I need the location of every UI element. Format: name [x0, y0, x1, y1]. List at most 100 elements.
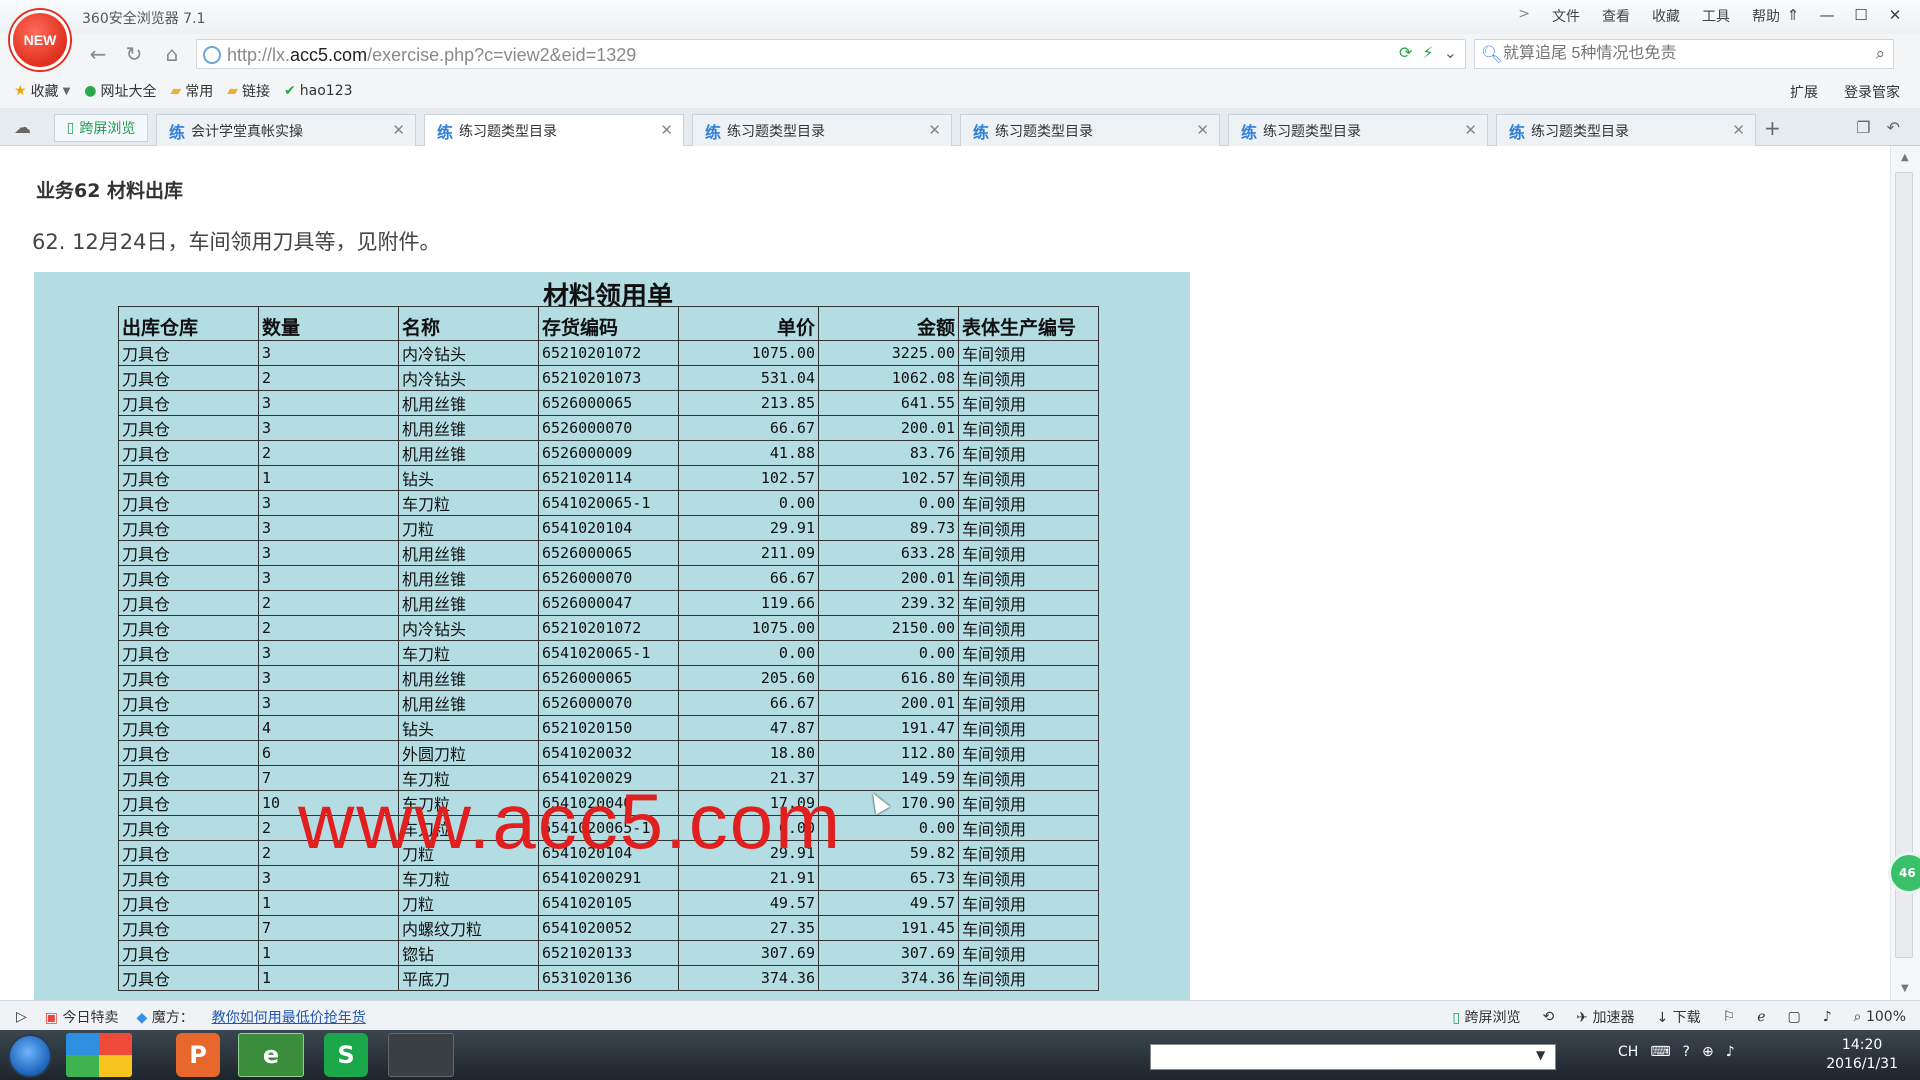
table-cell: 刀具仓 [118, 490, 259, 516]
split-screen-status-button[interactable]: ▯ 跨屏浏览 [1452, 1007, 1520, 1027]
sound-icon[interactable]: ♪ [1823, 1009, 1832, 1025]
menu-chevron-icon[interactable]: > [1518, 6, 1530, 26]
tab-accounting-practice[interactable]: 练会计学堂真帐实操 ✕ [156, 114, 416, 146]
download-icon: ↓ [1656, 1010, 1669, 1026]
table-cell: 车间领用 [958, 365, 1099, 391]
network-icon[interactable]: ⊕ [1702, 1044, 1714, 1060]
tab-label: 练习题类型目录 [727, 123, 826, 140]
refresh-green-icon[interactable]: ⟳ [1399, 43, 1412, 62]
address-bar[interactable]: http://lx.acc5.com/exercise.php?c=view2&… [196, 39, 1466, 69]
bookmark-hao123[interactable]: ✔ hao123 [284, 83, 352, 99]
download-button[interactable]: ↓ 下载 [1656, 1007, 1700, 1027]
accelerator-button[interactable]: ✈ 加速器 [1576, 1007, 1634, 1027]
clock-date: 2016/1/31 [1826, 1056, 1898, 1072]
close-window-button[interactable]: ✕ [1880, 2, 1910, 28]
menu-help[interactable]: 帮助 [1752, 6, 1780, 26]
lightning-icon[interactable]: ⚡ [1422, 43, 1433, 62]
close-icon[interactable]: ✕ [660, 121, 673, 139]
tab-exercise-catalog-active[interactable]: 练练习题类型目录 ✕ [424, 114, 684, 147]
search-input[interactable] [1503, 43, 1843, 65]
browser-logo-icon[interactable]: NEW [10, 10, 70, 70]
cloud-icon[interactable]: ☁ [14, 118, 31, 138]
tab-label: 练习题类型目录 [1531, 123, 1630, 140]
window-icon[interactable]: ▢ [1788, 1009, 1801, 1025]
table-row: 刀具仓 1 平底刀 6531020136 374.36 374.36 车间领用 [118, 965, 1099, 991]
table-cell: 2 [258, 590, 399, 616]
speed-badge[interactable]: 46 [1888, 852, 1920, 894]
close-icon[interactable]: ✕ [1196, 121, 1209, 139]
vertical-scrollbar[interactable]: ▲ ▼ 46 [1888, 146, 1920, 1000]
keyboard-icon[interactable]: ⌨ [1650, 1044, 1670, 1060]
restore-tabs-icon[interactable]: ❐ [1856, 118, 1870, 137]
table-cell: 车间领用 [958, 890, 1099, 916]
taskbar-app-presentation-icon[interactable]: P [176, 1033, 220, 1077]
menu-view[interactable]: 查看 [1602, 6, 1630, 26]
tab-exercise-catalog[interactable]: 练练习题类型目录 ✕ [1228, 114, 1488, 146]
table-cell: 0.00 [678, 490, 819, 516]
system-clock[interactable]: 14:20 2016/1/31 [1826, 1036, 1898, 1074]
daily-deals-button[interactable]: ▣ 今日特卖 [45, 1007, 119, 1027]
table-cell: 191.45 [818, 915, 959, 941]
sidebar-toggle-icon[interactable]: ▷ [16, 1009, 27, 1025]
tab-exercise-catalog[interactable]: 练练习题类型目录 ✕ [692, 114, 952, 146]
cube-label[interactable]: ◆ 魔方： [136, 1007, 193, 1027]
close-icon[interactable]: ✕ [1732, 121, 1745, 139]
url-text[interactable]: http://lx.acc5.com/exercise.php?c=view2&… [227, 45, 636, 66]
scroll-up-icon[interactable]: ▲ [1901, 152, 1909, 163]
skin-icon[interactable]: ⇑ [1778, 2, 1808, 28]
table-cell: 车刀粒 [398, 865, 539, 891]
back-arrow-icon[interactable]: ← [84, 40, 112, 68]
search-icon[interactable]: ⌕ [1875, 44, 1885, 64]
tab-favicon-icon: 练 [437, 123, 454, 142]
taskbar-app-browser-icon[interactable]: e [238, 1033, 304, 1077]
split-screen-button[interactable]: ▯ 跨屏浏览 [54, 114, 148, 142]
close-icon[interactable]: ✕ [392, 121, 405, 139]
zoom-control[interactable]: ⌕ 100% [1854, 1009, 1906, 1025]
taskbar-input[interactable]: ▼ [1150, 1044, 1556, 1070]
close-icon[interactable]: ✕ [928, 121, 941, 139]
table-cell: 6541020065-1 [538, 815, 679, 841]
home-icon[interactable]: ⌂ [158, 40, 186, 68]
volume-icon[interactable]: ♪ [1726, 1044, 1735, 1060]
undo-close-icon[interactable]: ↶ [1887, 118, 1900, 137]
flag-icon[interactable]: ⚐ [1723, 1009, 1736, 1025]
scroll-down-icon[interactable]: ▼ [1901, 983, 1909, 994]
login-manager-button[interactable]: 登录管家 [1844, 82, 1900, 102]
tab-exercise-catalog[interactable]: 练练习题类型目录 ✕ [960, 114, 1220, 146]
bookmark-favorites[interactable]: ★ 收藏 ▼ [14, 81, 70, 101]
ime-indicator[interactable]: CH [1618, 1044, 1638, 1060]
chevron-down-icon[interactable]: ▼ [63, 86, 71, 97]
taskbar-app-recorder-icon[interactable] [388, 1033, 454, 1077]
promo-link[interactable]: 教你如何用最低价抢年货 [212, 1007, 366, 1027]
bookmark-common[interactable]: ▰ 常用 [170, 81, 213, 101]
chevron-down-icon[interactable]: ▼ [1536, 1048, 1545, 1062]
new-tab-button[interactable]: + [1764, 116, 1781, 140]
menu-favorites[interactable]: 收藏 [1652, 6, 1680, 26]
taskbar-app-pinwheel-icon[interactable] [66, 1033, 132, 1077]
bookmark-site-directory[interactable]: ● 网址大全 [84, 81, 156, 101]
search-box[interactable]: 🔍︎ ⌕ [1474, 39, 1894, 69]
page-content: 业务62 材料出库 62. 12月24日，车间领用刀具等，见附件。 材料领用单 … [0, 146, 1890, 1000]
tab-exercise-catalog[interactable]: 练练习题类型目录 ✕ [1496, 114, 1756, 146]
maximize-button[interactable]: ☐ [1846, 2, 1876, 28]
table-row: 刀具仓 2 机用丝锥 6526000009 41.88 83.76 车间领用 [118, 440, 1099, 466]
history-icon[interactable]: ⟲ [1543, 1009, 1555, 1025]
taskbar-address-input[interactable] [1150, 1044, 1556, 1070]
search-engine-icon[interactable]: 🔍︎ [1481, 45, 1503, 65]
menu-file[interactable]: 文件 [1552, 6, 1580, 26]
table-cell: 633.28 [818, 540, 959, 566]
ie-mode-icon[interactable]: ℯ [1757, 1009, 1765, 1025]
help-icon[interactable]: ? [1683, 1044, 1690, 1060]
menu-tools[interactable]: 工具 [1702, 6, 1730, 26]
taskbar-app-spreadsheet-icon[interactable]: S [324, 1033, 368, 1077]
minimize-button[interactable]: — [1812, 2, 1842, 28]
table-cell: 3 [258, 640, 399, 666]
table-cell: 车间领用 [958, 415, 1099, 441]
chevron-down-icon[interactable]: ⌄ [1444, 43, 1457, 62]
close-icon[interactable]: ✕ [1464, 121, 1477, 139]
bookmark-links[interactable]: ▰ 链接 [227, 81, 270, 101]
reload-icon[interactable]: ↻ [120, 40, 148, 68]
extensions-button[interactable]: 扩展 [1790, 82, 1818, 102]
scrollbar-thumb[interactable] [1895, 172, 1913, 958]
start-button-icon[interactable] [8, 1034, 52, 1078]
